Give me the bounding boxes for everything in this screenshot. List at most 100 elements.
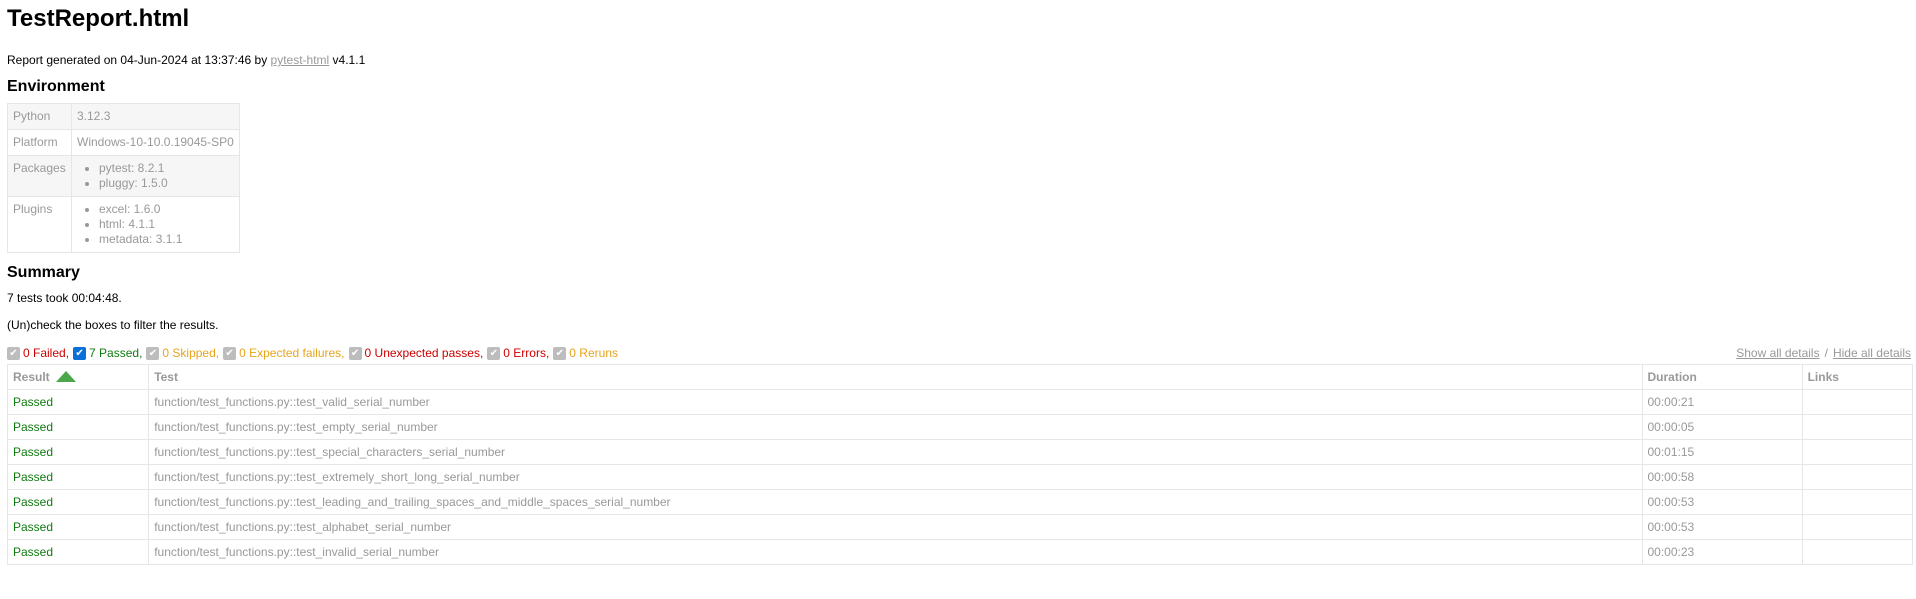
- filter-label: 0 Expected failures,: [239, 346, 345, 360]
- result-cell: Passed: [6, 514, 150, 540]
- env-key: Plugins: [7, 196, 72, 253]
- filter-expected-failures[interactable]: ✔ 0 Expected failures,: [223, 346, 345, 360]
- filter-skipped[interactable]: ✔ 0 Skipped,: [146, 346, 219, 360]
- test-name-cell: function/test_functions.py::test_valid_s…: [148, 389, 1643, 415]
- generated-prefix: Report generated on 04-Jun-2024 at 13:37…: [7, 53, 271, 67]
- links-cell: [1801, 414, 1914, 440]
- filter-bar: ✔ 0 Failed, ✔ 7 Passed, ✔ 0 Skipped, ✔ 0…: [7, 343, 1911, 363]
- hide-all-details-link[interactable]: Hide all details: [1833, 346, 1911, 360]
- duration-cell: 00:00:21: [1641, 389, 1803, 415]
- filter-passed[interactable]: ✔ 7 Passed,: [73, 346, 142, 360]
- result-cell: Passed: [6, 439, 150, 465]
- list-item: pluggy: 1.5.0: [99, 176, 234, 191]
- result-cell: Passed: [6, 389, 150, 415]
- results-header-row: Result Test Duration Links: [6, 364, 1914, 390]
- filter-label: 0 Errors,: [503, 346, 550, 360]
- filter-label: 0 Reruns: [569, 346, 618, 360]
- filter-reruns[interactable]: ✔ 0 Reruns: [553, 346, 618, 360]
- filter-hint: (Un)check the boxes to filter the result…: [7, 318, 219, 332]
- env-key: Platform: [7, 129, 72, 156]
- test-name-cell: function/test_functions.py::test_empty_s…: [148, 414, 1643, 440]
- checkbox-expected-failures[interactable]: ✔: [223, 346, 237, 360]
- env-value: 3.12.3: [71, 103, 240, 130]
- env-row-python: Python 3.12.3: [7, 103, 240, 130]
- env-value: excel: 1.6.0 html: 4.1.1 metadata: 3.1.1: [71, 196, 240, 253]
- filter-unexpected-passes[interactable]: ✔ 0 Unexpected passes,: [348, 346, 484, 360]
- duration-cell: 00:00:23: [1641, 539, 1803, 565]
- env-row-packages: Packages pytest: 8.2.1 pluggy: 1.5.0: [7, 155, 240, 197]
- generated-info: Report generated on 04-Jun-2024 at 13:37…: [7, 53, 1909, 67]
- filter-failed[interactable]: ✔ 0 Failed,: [7, 346, 69, 360]
- details-toggle: Show all details / Hide all details: [1736, 346, 1911, 360]
- table-row[interactable]: Passed function/test_functions.py::test_…: [6, 489, 1914, 515]
- result-filters: ✔ 0 Failed, ✔ 7 Passed, ✔ 0 Skipped, ✔ 0…: [7, 346, 622, 360]
- duration-cell: 00:00:53: [1641, 489, 1803, 515]
- filter-errors[interactable]: ✔ 0 Errors,: [487, 346, 549, 360]
- column-header-label: Result: [13, 370, 50, 384]
- result-cell: Passed: [6, 464, 150, 490]
- links-cell: [1801, 514, 1914, 540]
- details-separator: /: [1824, 346, 1828, 360]
- env-row-platform: Platform Windows-10-10.0.19045-SP0: [7, 129, 240, 156]
- env-key: Python: [7, 103, 72, 130]
- packages-list: pytest: 8.2.1 pluggy: 1.5.0: [77, 161, 234, 191]
- summary-heading: Summary: [7, 264, 80, 281]
- duration-cell: 00:00:53: [1641, 514, 1803, 540]
- table-row[interactable]: Passed function/test_functions.py::test_…: [6, 414, 1914, 440]
- links-cell: [1801, 539, 1914, 565]
- generator-link[interactable]: pytest-html: [271, 53, 330, 67]
- result-cell: Passed: [6, 539, 150, 565]
- test-name-cell: function/test_functions.py::test_special…: [148, 439, 1643, 465]
- links-cell: [1801, 464, 1914, 490]
- generator-version: v4.1.1: [329, 53, 366, 67]
- column-header-result[interactable]: Result: [6, 364, 150, 390]
- table-row[interactable]: Passed function/test_functions.py::test_…: [6, 464, 1914, 490]
- list-item: html: 4.1.1: [99, 217, 234, 232]
- column-header-links: Links: [1801, 364, 1914, 390]
- links-cell: [1801, 489, 1914, 515]
- checkbox-passed[interactable]: ✔: [73, 346, 87, 360]
- list-item: excel: 1.6.0: [99, 202, 234, 217]
- list-item: metadata: 3.1.1: [99, 232, 234, 247]
- links-cell: [1801, 389, 1914, 415]
- plugins-list: excel: 1.6.0 html: 4.1.1 metadata: 3.1.1: [77, 202, 234, 247]
- table-row[interactable]: Passed function/test_functions.py::test_…: [6, 439, 1914, 465]
- env-value: Windows-10-10.0.19045-SP0: [71, 129, 240, 156]
- env-value: pytest: 8.2.1 pluggy: 1.5.0: [71, 155, 240, 197]
- column-header-duration[interactable]: Duration: [1641, 364, 1803, 390]
- filter-label: 0 Failed,: [23, 346, 70, 360]
- results-table: Result Test Duration Links Passed functi…: [6, 364, 1914, 565]
- duration-cell: 00:01:15: [1641, 439, 1803, 465]
- list-item: pytest: 8.2.1: [99, 161, 234, 176]
- links-cell: [1801, 439, 1914, 465]
- table-row[interactable]: Passed function/test_functions.py::test_…: [6, 514, 1914, 540]
- show-all-details-link[interactable]: Show all details: [1736, 346, 1819, 360]
- environment-heading: Environment: [7, 78, 105, 95]
- env-key: Packages: [7, 155, 72, 197]
- environment-table: Python 3.12.3 Platform Windows-10-10.0.1…: [7, 103, 240, 253]
- result-cell: Passed: [6, 414, 150, 440]
- filter-label: 7 Passed,: [89, 346, 143, 360]
- checkbox-unexpected-passes[interactable]: ✔: [348, 346, 362, 360]
- checkbox-errors[interactable]: ✔: [487, 346, 501, 360]
- result-cell: Passed: [6, 489, 150, 515]
- checkbox-failed[interactable]: ✔: [7, 346, 20, 360]
- page-title: TestReport.html: [7, 5, 190, 32]
- checkbox-skipped[interactable]: ✔: [146, 346, 160, 360]
- test-name-cell: function/test_functions.py::test_invalid…: [148, 539, 1643, 565]
- env-row-plugins: Plugins excel: 1.6.0 html: 4.1.1 metadat…: [7, 196, 240, 253]
- report-page: TestReport.html Report generated on 04-J…: [0, 0, 1916, 565]
- filter-label: 0 Skipped,: [162, 346, 220, 360]
- test-name-cell: function/test_functions.py::test_extreme…: [148, 464, 1643, 490]
- table-row[interactable]: Passed function/test_functions.py::test_…: [6, 389, 1914, 415]
- test-name-cell: function/test_functions.py::test_leading…: [148, 489, 1643, 515]
- duration-cell: 00:00:05: [1641, 414, 1803, 440]
- table-row[interactable]: Passed function/test_functions.py::test_…: [6, 539, 1914, 565]
- column-header-test[interactable]: Test: [148, 364, 1643, 390]
- run-duration-text: 7 tests took 00:04:48.: [7, 291, 122, 305]
- test-name-cell: function/test_functions.py::test_alphabe…: [148, 514, 1643, 540]
- sort-ascending-icon: [55, 371, 76, 382]
- checkbox-reruns[interactable]: ✔: [553, 346, 567, 360]
- filter-label: 0 Unexpected passes,: [364, 346, 484, 360]
- duration-cell: 00:00:58: [1641, 464, 1803, 490]
